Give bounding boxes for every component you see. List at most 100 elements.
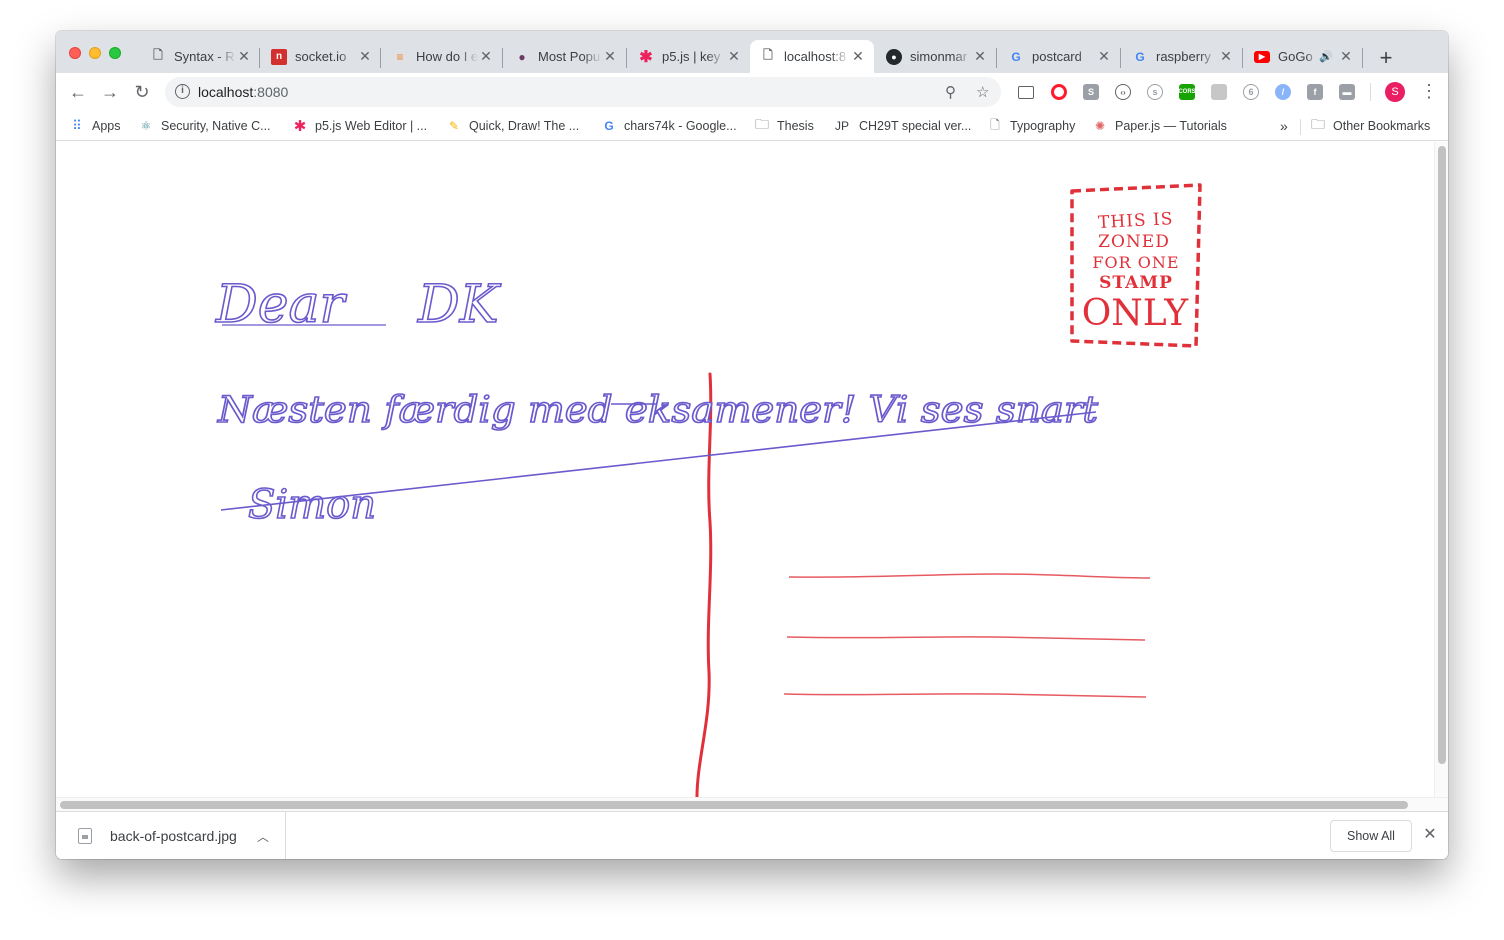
new-tab-button[interactable]: + — [1374, 45, 1398, 71]
stamp-box: THIS IS ZONED FOR ONE STAMP ONLY — [1070, 183, 1202, 348]
bookmark-p5js-editor[interactable]: ✱ p5.js Web Editor | ... — [292, 117, 427, 135]
recipient-text: DK — [417, 275, 502, 335]
bookmark-paperjs[interactable]: ✺ Paper.js — Tutorials — [1092, 117, 1227, 135]
tab-stackoverflow[interactable]: ≡ How do I e ✕ — [382, 40, 502, 73]
bookmarks-overflow-button[interactable]: » — [1280, 117, 1288, 135]
profile-avatar[interactable]: S — [1385, 82, 1405, 102]
bookmark-thesis[interactable]: 🗀 Thesis — [754, 116, 814, 135]
extension-circle-icon[interactable]: 6 — [1243, 84, 1259, 100]
facebook-icon[interactable]: f — [1307, 84, 1323, 100]
address-line — [783, 693, 1147, 698]
bookmark-ch29t[interactable]: JP CH29T special ver... — [832, 117, 971, 135]
scrollbar-thumb[interactable] — [1438, 146, 1446, 764]
bookmark-star-icon[interactable]: ☆ — [976, 83, 989, 101]
tab-postcard-search[interactable]: G postcard ✕ — [998, 40, 1120, 73]
google-icon: G — [1011, 49, 1021, 64]
close-icon[interactable]: ✕ — [972, 48, 988, 65]
close-icon[interactable]: ✕ — [478, 48, 494, 65]
atom-icon: ⚛ — [140, 119, 152, 133]
bookmark-chars74k[interactable]: G chars74k - Google... — [601, 117, 736, 135]
chat-extension-icon[interactable] — [1211, 84, 1227, 100]
postcard-message: Dear DK Næsten færdig med eksamener! Vi … — [214, 274, 1099, 529]
horizontal-scrollbar[interactable] — [56, 797, 1448, 811]
socketio-icon: n — [271, 48, 287, 65]
close-icon[interactable]: ✕ — [1218, 48, 1234, 65]
speaker-icon[interactable]: 🔊 — [1318, 49, 1334, 65]
address-line — [786, 636, 1146, 641]
greeting-text: Dear — [215, 275, 347, 335]
stamp-text: ONLY — [1082, 293, 1190, 334]
stamp-text: FOR ONE — [1092, 253, 1179, 272]
apps-grid-icon: ⠿ — [72, 118, 82, 133]
tab-most-popular[interactable]: ● Most Popu ✕ — [504, 40, 626, 73]
extension-blue-icon[interactable]: / — [1275, 84, 1291, 100]
minimize-window-button[interactable] — [89, 47, 101, 59]
vertical-scrollbar[interactable] — [1434, 142, 1448, 797]
zoom-icon[interactable]: ⚲ — [945, 83, 956, 101]
github-icon: ● — [886, 48, 902, 65]
download-shelf: back-of-postcard.jpg ︿ Show All ✕ — [56, 811, 1448, 859]
tab-localhost[interactable]: 🗋 localhost:8 ✕ — [750, 40, 874, 73]
close-icon[interactable]: ✕ — [357, 48, 373, 65]
forward-button[interactable]: → — [98, 81, 122, 103]
menu-icon[interactable]: ⋮ — [1420, 81, 1438, 101]
opera-icon[interactable] — [1051, 84, 1067, 100]
url-text: localhost:8080 — [198, 84, 289, 100]
close-icon[interactable]: ✕ — [236, 48, 252, 65]
tab-github[interactable]: ● simonmar ✕ — [876, 40, 996, 73]
tab-gogo[interactable]: ▶ GoGo 🔊 ✕ — [1244, 40, 1362, 73]
cors-icon[interactable]: CORS — [1178, 84, 1196, 100]
bookmark-typography[interactable]: 🗋 Typography — [987, 117, 1075, 135]
download-item[interactable]: back-of-postcard.jpg ︿ — [72, 812, 286, 859]
jp-icon: JP — [834, 119, 849, 133]
close-window-button[interactable] — [69, 47, 81, 59]
bookmarks-bar: ⠿ Apps ⚛ Security, Native C... ✱ p5.js W… — [56, 111, 1448, 141]
site-info-icon[interactable]: i — [175, 84, 190, 99]
stamp-text: THIS IS — [1098, 209, 1174, 233]
tab-strip: 🗋 Syntax - R ✕ n socket.io ✕ ≡ How do I … — [56, 31, 1448, 73]
postcard-divider-line — [695, 372, 713, 797]
document-icon: 🗋 — [763, 48, 773, 62]
skype-icon[interactable]: s — [1147, 84, 1163, 100]
bookmark-apps[interactable]: ⠿ Apps — [69, 117, 120, 135]
stamp-text: ZONED — [1098, 232, 1170, 252]
pencil-icon: ✎ — [448, 119, 460, 133]
asterisk-icon: ✱ — [639, 48, 653, 66]
tab-p5js[interactable]: ✱ p5.js | key ✕ — [628, 40, 750, 73]
scrollbar-thumb[interactable] — [60, 801, 1408, 809]
stamp-text: STAMP — [1099, 273, 1173, 293]
extension-s-icon[interactable]: S — [1083, 84, 1099, 100]
folder-icon: 🗀 — [755, 116, 769, 132]
other-bookmarks[interactable]: 🗀 Other Bookmarks — [1310, 116, 1430, 135]
address-bar[interactable]: i localhost:8080 ⚲ ☆ — [165, 77, 1001, 107]
folder-icon: 🗀 — [1311, 116, 1325, 132]
google-icon: G — [604, 119, 614, 133]
document-icon: 🗋 — [153, 48, 163, 62]
asterisk-icon: ✱ — [293, 118, 307, 135]
close-icon[interactable]: ✕ — [1096, 48, 1112, 65]
tab-syntax[interactable]: 🗋 Syntax - R ✕ — [140, 40, 260, 73]
bookmark-security[interactable]: ⚛ Security, Native C... — [138, 117, 271, 135]
message-text: Næsten færdig med eksamener! Vi ses snar… — [217, 390, 1099, 431]
zoom-window-button[interactable] — [109, 47, 121, 59]
extension-grey-icon[interactable]: ▬ — [1339, 84, 1355, 100]
youtube-icon: ▶ — [1254, 50, 1270, 63]
chevron-up-icon[interactable]: ︿ — [257, 828, 269, 845]
extension-code-icon[interactable]: ‹› — [1115, 84, 1131, 100]
tab-raspberry-search[interactable]: G raspberry ✕ — [1122, 40, 1242, 73]
close-icon[interactable]: ✕ — [1338, 48, 1354, 65]
close-icon[interactable]: ✕ — [602, 48, 618, 65]
back-button[interactable]: ← — [66, 81, 90, 103]
postcard-canvas[interactable]: THIS IS ZONED FOR ONE STAMP ONLY Dear DK… — [56, 142, 1434, 797]
close-icon[interactable]: ✕ — [726, 48, 742, 65]
cast-icon[interactable] — [1018, 86, 1034, 99]
bookmark-quick-draw[interactable]: ✎ Quick, Draw! The ... — [446, 117, 579, 135]
close-icon[interactable]: ✕ — [1422, 824, 1438, 846]
browser-window: 🗋 Syntax - R ✕ n socket.io ✕ ≡ How do I … — [56, 31, 1448, 859]
reload-button[interactable]: ↻ — [130, 81, 154, 103]
stackoverflow-icon: ≡ — [396, 49, 404, 64]
tab-socketio[interactable]: n socket.io ✕ — [261, 40, 381, 73]
paperjs-icon: ✺ — [1094, 119, 1106, 133]
close-icon[interactable]: ✕ — [850, 48, 866, 65]
show-all-downloads-button[interactable]: Show All — [1330, 820, 1412, 852]
